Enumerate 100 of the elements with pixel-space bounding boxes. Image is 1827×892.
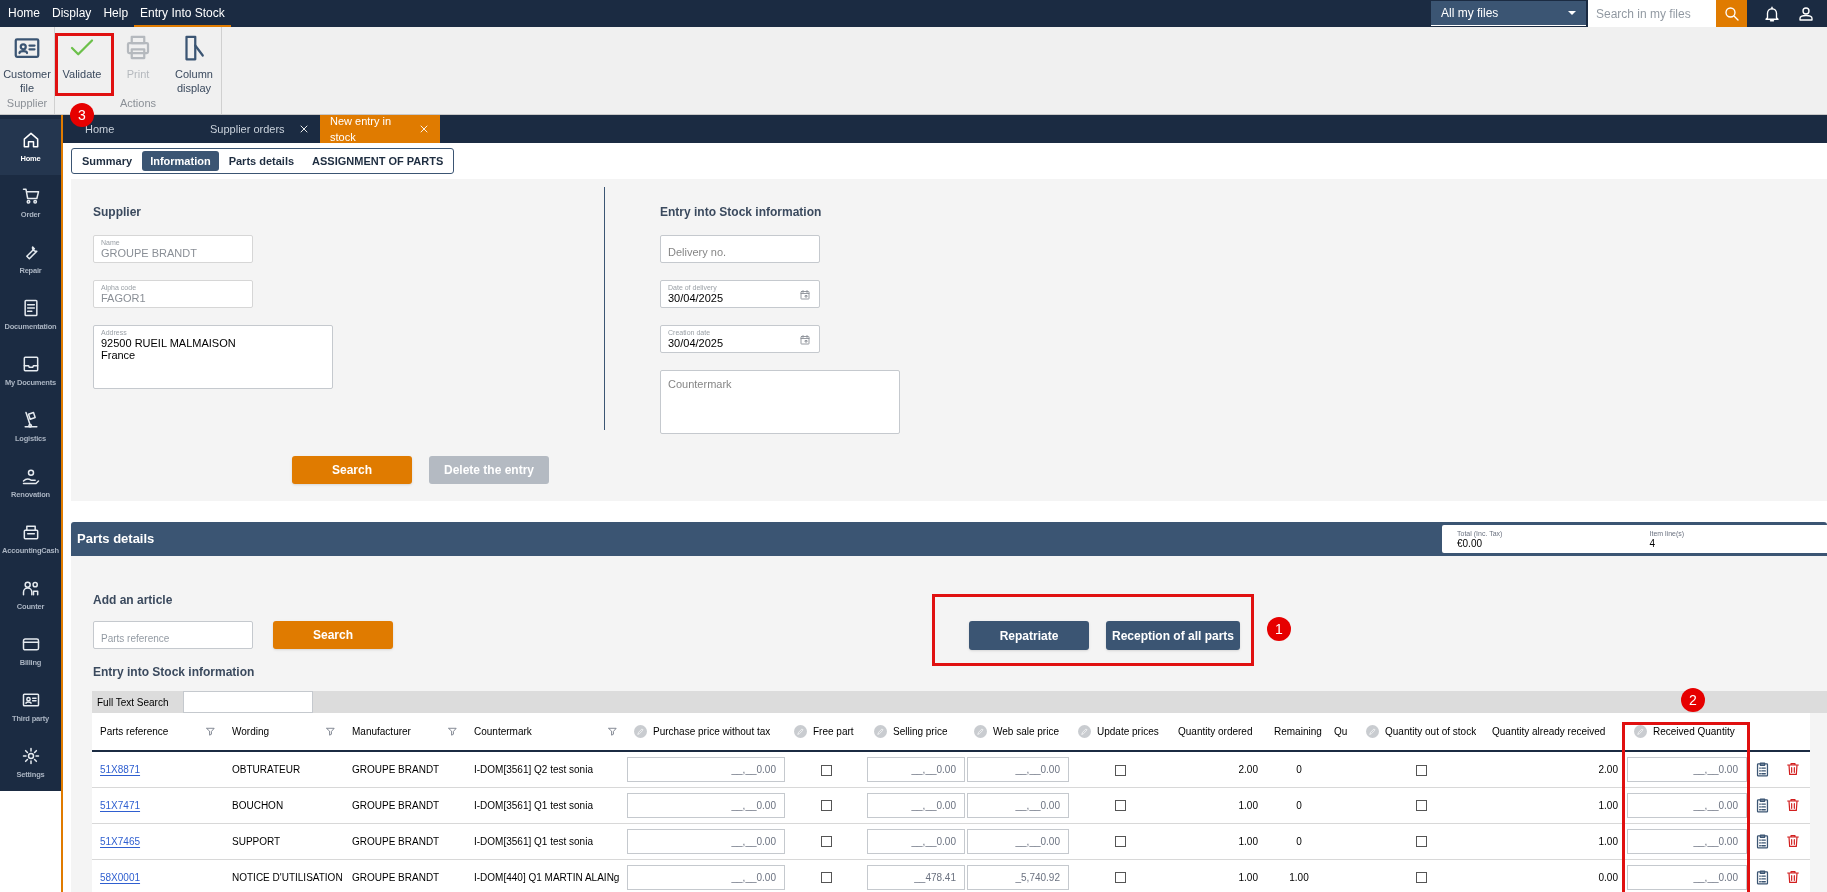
field-input[interactable]: 30/04/2025 [668, 337, 812, 349]
scope-dropdown[interactable]: All my files [1431, 1, 1586, 26]
checkbox[interactable] [1415, 836, 1427, 848]
number-field[interactable]: __,__0.00 [1627, 864, 1747, 890]
column-header[interactable]: Purchase price without tax [626, 713, 786, 751]
number-field[interactable]: __,__0.00 [967, 756, 1069, 782]
checkbox[interactable] [1415, 764, 1427, 776]
number-field[interactable]: __,__0.00 [867, 756, 965, 782]
checkbox[interactable] [820, 764, 832, 776]
details-button[interactable] [1754, 760, 1771, 778]
column-header[interactable]: Countermark [466, 713, 626, 751]
number-field[interactable]: __,__0.00 [867, 792, 965, 818]
action-button[interactable]: Reception of all parts [1106, 621, 1240, 650]
number-field[interactable]: __,__0.00 [627, 756, 785, 782]
checkbox[interactable] [1114, 872, 1126, 884]
sub-tab[interactable]: ASSIGNMENT OF PARTS [304, 151, 452, 171]
input-field[interactable]: Parts reference [93, 621, 253, 649]
section-title: Entry into Stock information [92, 664, 256, 681]
number-field[interactable]: __,__0.00 [1627, 792, 1747, 818]
number-field[interactable]: __,__0.00 [867, 828, 965, 854]
number-field[interactable]: _5,740.92 [967, 864, 1069, 890]
document-tab[interactable]: Supplier orders [200, 115, 320, 143]
column-header[interactable]: Selling price [866, 713, 966, 751]
field-input[interactable]: 30/04/2025 [668, 292, 812, 304]
text-input[interactable]: Countermark [668, 374, 892, 414]
checkbox[interactable] [820, 872, 832, 884]
table-cell: 0 [1296, 799, 1302, 811]
clipboard-icon [1754, 868, 1771, 886]
part-link[interactable]: 51X8871 [100, 763, 141, 775]
sub-tab[interactable]: Information [142, 151, 219, 171]
column-header[interactable]: Quantity ordered [1170, 713, 1266, 751]
clipboard-icon [1754, 796, 1771, 814]
checkbox[interactable] [1415, 800, 1427, 812]
checkbox[interactable] [1114, 836, 1126, 848]
total-value: 4 [1649, 537, 1657, 550]
menu-item[interactable]: Help [97, 0, 135, 27]
checkbox[interactable] [820, 836, 832, 848]
column-header[interactable]: Web sale price [966, 713, 1070, 751]
details-button[interactable] [1754, 832, 1771, 850]
number-field[interactable]: __,__0.00 [967, 828, 1069, 854]
action-button[interactable]: Repatriate [969, 621, 1089, 650]
table-cell: SUPPORT [232, 835, 281, 847]
column-header[interactable]: Remaining [1266, 713, 1332, 751]
delete-button[interactable] [1785, 797, 1801, 813]
column-header[interactable]: Wording [224, 713, 344, 751]
tab-label: Supplier orders [210, 121, 285, 137]
search-field[interactable] [182, 691, 313, 713]
delete-button[interactable] [1785, 833, 1801, 849]
field-input[interactable]: Delivery no. [668, 240, 812, 258]
number-field[interactable]: __,__0.00 [1627, 828, 1747, 854]
part-link[interactable]: 51X7465 [100, 835, 141, 847]
text-area[interactable]: Countermark [660, 370, 900, 434]
table-cell: 1.00 [1598, 835, 1618, 847]
column-header[interactable]: Manufacturer [344, 713, 466, 751]
checkbox[interactable] [820, 800, 832, 812]
column-header[interactable]: Qu [1332, 713, 1358, 751]
ribbon-button[interactable]: Customer file [2, 33, 52, 95]
delete-button[interactable] [1785, 869, 1801, 885]
table-cell: 0 [1296, 835, 1302, 847]
field-label: Full Text Search [97, 695, 169, 710]
part-link[interactable]: 51X7471 [100, 799, 141, 811]
column-header[interactable]: Received Quantity [1626, 713, 1748, 751]
number-field[interactable]: __,__0.00 [627, 864, 785, 890]
number-field[interactable]: __478.41 [867, 864, 965, 890]
number-field[interactable]: __,__0.00 [967, 792, 1069, 818]
checkbox[interactable] [1114, 764, 1126, 776]
sub-tab[interactable]: Parts details [220, 151, 303, 171]
number-field[interactable]: __,__0.00 [627, 792, 785, 818]
details-button[interactable] [1754, 868, 1771, 886]
table-cell: I-DOM[3561] Q2 test sonia [474, 763, 593, 775]
table-cell: GROUPE BRANDT [352, 799, 440, 811]
sub-tab[interactable]: Summary [74, 151, 141, 171]
search-icon [1722, 4, 1741, 23]
table-cell: GROUPE BRANDT [352, 763, 440, 775]
search-field[interactable]: Search in my files [1588, 0, 1716, 27]
delete-button[interactable] [1785, 761, 1801, 778]
column-header[interactable]: Free part [786, 713, 866, 751]
section-title: Entry into Stock information [660, 204, 823, 218]
menu-item[interactable]: Display [46, 0, 98, 27]
table-cell: I-DOM[440] Q1 MARTIN ALAINg [474, 871, 620, 883]
search-button[interactable] [1716, 0, 1747, 27]
column-header[interactable]: Update prices [1070, 713, 1170, 751]
number-field[interactable]: __,__0.00 [627, 828, 785, 854]
number-field[interactable]: __,__0.00 [1627, 756, 1747, 782]
ribbon-button[interactable]: Column display [169, 33, 219, 95]
details-button[interactable] [1754, 796, 1771, 814]
ribbon-button[interactable]: Validate [57, 33, 107, 81]
input-field[interactable]: Delivery no. [660, 235, 820, 263]
text-input[interactable]: 92500 RUEIL MALMAISON France [101, 337, 325, 373]
table-cell: GROUPE BRANDT [352, 835, 440, 847]
section-title: Add an article [93, 592, 174, 609]
checkbox[interactable] [1114, 800, 1126, 812]
column-header[interactable]: Parts reference [92, 713, 224, 751]
part-link[interactable]: 58X0001 [100, 871, 141, 883]
checkbox[interactable] [1415, 872, 1427, 884]
menu-item[interactable]: Home [2, 0, 46, 27]
column-header[interactable]: Quantity already received [1484, 713, 1626, 751]
column-header[interactable]: Quantity out of stock [1358, 713, 1484, 751]
close-button[interactable] [298, 123, 310, 135]
table-cell: 1.00 [1238, 799, 1258, 811]
